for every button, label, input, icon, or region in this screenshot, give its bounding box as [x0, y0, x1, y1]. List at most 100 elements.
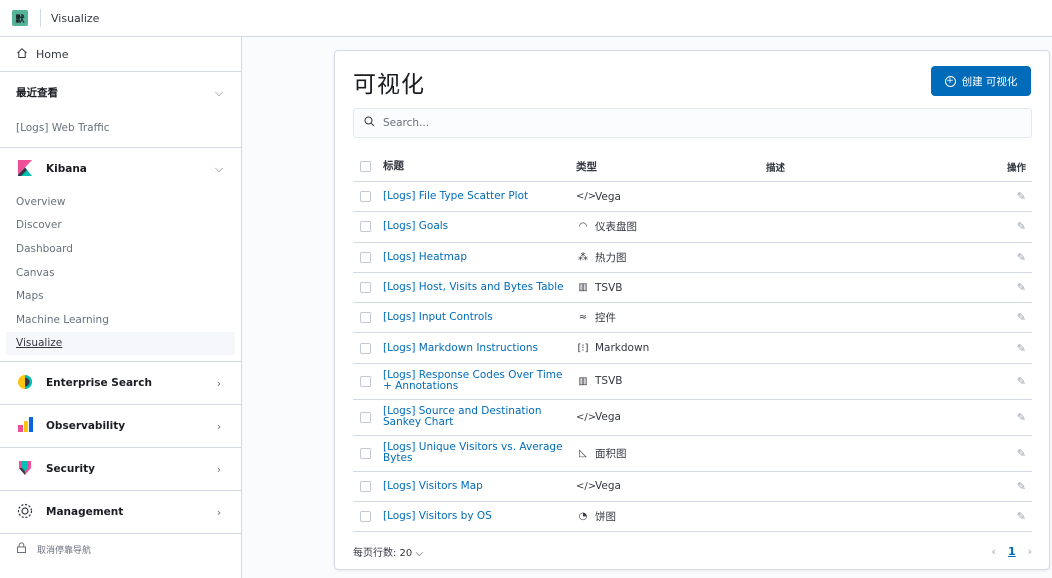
enterprise-search-logo-icon — [16, 373, 34, 394]
kibana-header[interactable]: Kibana ⌵ — [0, 148, 241, 190]
visualization-title-link[interactable]: [Logs] File Type Scatter Plot — [383, 191, 576, 202]
visualization-type-icon: ◠ — [578, 221, 588, 233]
chevron-right-icon: › — [216, 419, 222, 433]
edit-icon[interactable]: ✎ — [996, 375, 1032, 388]
edit-icon[interactable]: ✎ — [996, 220, 1032, 233]
visualization-title-link[interactable]: [Logs] Goals — [383, 221, 576, 232]
create-visualization-button[interactable]: + 创建 可视化 — [931, 66, 1031, 96]
edit-icon[interactable]: ✎ — [996, 480, 1032, 493]
dock-nav-toggle[interactable]: 取消停靠导航 — [0, 534, 241, 564]
page-number[interactable]: 1 — [1008, 545, 1016, 558]
edit-icon[interactable]: ✎ — [996, 411, 1032, 424]
select-all-checkbox[interactable] — [360, 161, 371, 172]
create-visualization-label: 创建 可视化 — [961, 75, 1018, 88]
management-header[interactable]: Management › — [0, 491, 241, 533]
visualization-type-label: 面积图 — [595, 447, 627, 460]
nav-home[interactable]: Home — [0, 37, 241, 72]
nav-visualize[interactable]: Visualize — [6, 331, 235, 356]
top-bar: 默 Visualize — [0, 0, 1052, 37]
chevron-right-icon: › — [216, 505, 222, 519]
table-row: [Logs] File Type Scatter Plot </> Vega ✎ — [353, 182, 1032, 213]
visualization-type-label: Markdown — [595, 342, 650, 355]
table-row: [Logs] Visitors Map </> Vega ✎ — [353, 472, 1032, 503]
visualization-title-link[interactable]: [Logs] Unique Visitors vs. Average Bytes — [383, 442, 576, 464]
edit-icon[interactable]: ✎ — [996, 281, 1032, 294]
edit-icon[interactable]: ✎ — [996, 510, 1032, 523]
column-type[interactable]: 类型 — [576, 159, 766, 174]
visualization-type: ⁂ 热力图 — [576, 250, 766, 265]
row-checkbox[interactable] — [360, 447, 371, 459]
visualization-type-icon: ▥ — [578, 375, 588, 387]
prev-page-icon[interactable]: ‹ — [992, 545, 996, 558]
visualization-type-label: Vega — [595, 480, 621, 493]
row-checkbox[interactable] — [360, 251, 371, 263]
enterprise-search-header[interactable]: Enterprise Search › — [0, 362, 241, 404]
security-section: Security › — [0, 448, 241, 492]
nav-maps[interactable]: Maps — [0, 284, 241, 308]
visualization-title-link[interactable]: [Logs] Heatmap — [383, 251, 576, 263]
row-checkbox[interactable] — [360, 411, 371, 423]
visualization-title-link[interactable]: [Logs] Visitors Map — [383, 480, 576, 492]
column-title[interactable]: 标题 — [383, 161, 576, 172]
visualization-title-link[interactable]: [Logs] Response Codes Over Time + Annota… — [383, 370, 576, 392]
recent-title: 最近查看 — [16, 87, 58, 99]
kibana-title: Kibana — [46, 163, 87, 175]
row-checkbox[interactable] — [360, 375, 371, 387]
chevron-right-icon: › — [216, 462, 222, 476]
security-title: Security — [46, 463, 96, 476]
visualization-type: ▥ TSVB — [576, 282, 766, 294]
table-row: [Logs] Host, Visits and Bytes Table ▥ TSVB… — [353, 273, 1032, 304]
observability-section: Observability › — [0, 405, 241, 449]
dock-nav-label: 取消停靠导航 — [37, 545, 92, 556]
edit-icon[interactable]: ✎ — [996, 251, 1032, 264]
visualization-title-link[interactable]: [Logs] Source and Destination Sankey Cha… — [383, 406, 576, 428]
table-row: [Logs] Visitors by OS ◔ 饼图 ✎ — [353, 502, 1032, 533]
topbar-divider — [40, 9, 41, 27]
nav-machine-learning[interactable]: Machine Learning — [0, 308, 241, 332]
row-checkbox[interactable] — [360, 282, 371, 294]
security-logo-icon — [16, 459, 34, 480]
nav-overview[interactable]: Overview — [0, 190, 241, 214]
visualization-type: ◔ 饼图 — [576, 509, 766, 524]
space-avatar[interactable]: 默 — [12, 10, 28, 26]
next-page-icon[interactable]: › — [1028, 545, 1032, 558]
visualization-type: ▥ TSVB — [576, 375, 766, 387]
visualization-title-link[interactable]: [Logs] Visitors by OS — [383, 511, 576, 522]
visualization-type-icon: ◺ — [579, 447, 587, 459]
table-footer: 每页行数: 20 ⌵ ‹ 1 › — [353, 544, 1032, 559]
nav-canvas[interactable]: Canvas — [0, 261, 241, 285]
nav-dashboard[interactable]: Dashboard — [0, 237, 241, 261]
edit-icon[interactable]: ✎ — [996, 311, 1032, 324]
gear-icon — [16, 502, 34, 523]
breadcrumb: Visualize — [51, 11, 100, 25]
search-input[interactable] — [383, 117, 983, 129]
visualization-title-link[interactable]: [Logs] Host, Visits and Bytes Table — [383, 282, 576, 293]
edit-icon[interactable]: ✎ — [996, 190, 1032, 203]
visualization-type: </> Vega — [576, 411, 766, 423]
row-checkbox[interactable] — [360, 480, 371, 492]
rows-per-page-select[interactable]: 每页行数: 20 ⌵ — [353, 544, 423, 559]
search-box — [353, 108, 1032, 138]
row-checkbox[interactable] — [360, 511, 371, 523]
visualization-type-label: 控件 — [595, 312, 616, 325]
row-checkbox[interactable] — [360, 221, 371, 233]
visualization-title-link[interactable]: [Logs] Input Controls — [383, 312, 576, 323]
management-section: Management › — [0, 491, 241, 535]
row-checkbox[interactable] — [360, 312, 371, 324]
row-checkbox[interactable] — [360, 191, 371, 203]
observability-header[interactable]: Observability › — [0, 405, 241, 447]
table-row: [Logs] Heatmap ⁂ 热力图 ✎ — [353, 243, 1032, 273]
visualization-type-icon: ▥ — [578, 282, 588, 294]
visualization-type-label: 饼图 — [595, 511, 616, 524]
recent-header[interactable]: 最近查看 ⌵ — [0, 72, 241, 113]
side-nav: Home 最近查看 ⌵ [Logs] Web Traffic Kibana ⌵ … — [0, 37, 242, 578]
chevron-down-icon: ⌵ — [214, 85, 224, 99]
recent-item[interactable]: [Logs] Web Traffic — [0, 113, 241, 147]
row-checkbox[interactable] — [360, 342, 371, 354]
security-header[interactable]: Security › — [0, 448, 241, 490]
edit-icon[interactable]: ✎ — [996, 447, 1032, 460]
edit-icon[interactable]: ✎ — [996, 342, 1032, 355]
home-icon — [16, 47, 28, 62]
visualization-title-link[interactable]: [Logs] Markdown Instructions — [383, 342, 576, 354]
nav-discover[interactable]: Discover — [0, 214, 241, 238]
